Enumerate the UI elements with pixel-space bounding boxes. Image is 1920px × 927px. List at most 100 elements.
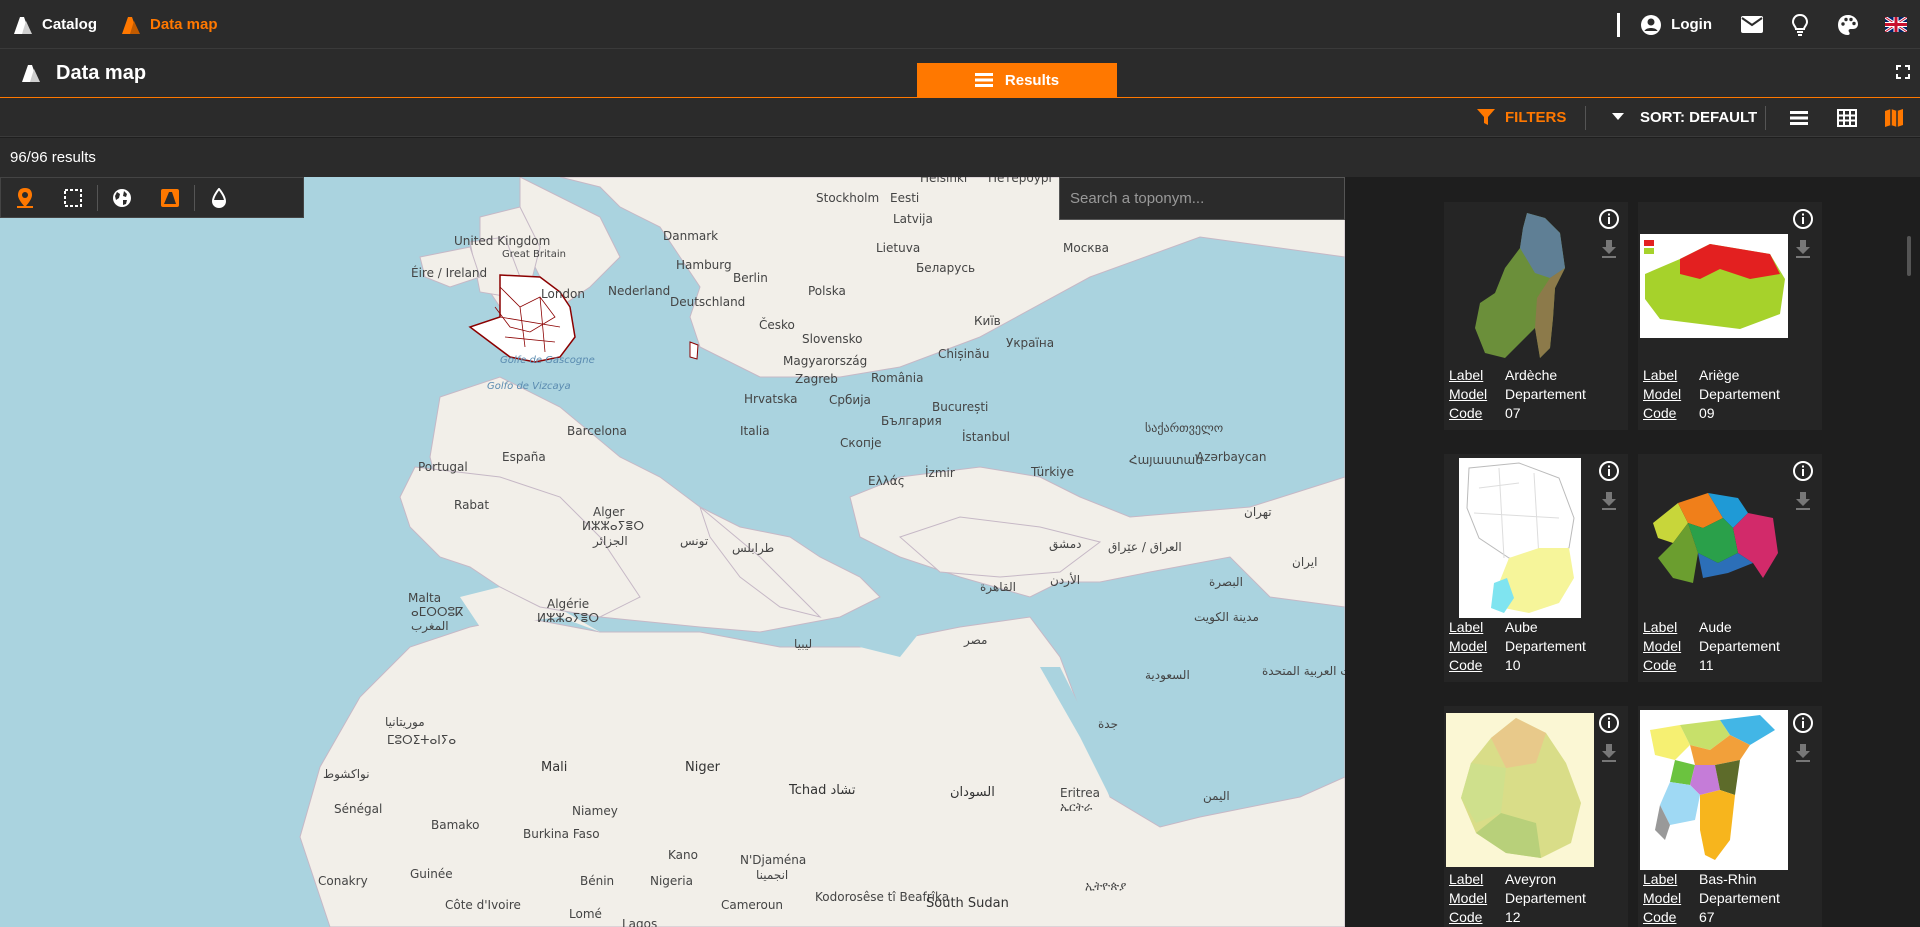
result-card[interactable]: Label Aube Model Departement Code 10 — [1444, 454, 1628, 682]
mail-icon[interactable] — [1740, 13, 1764, 37]
map-label: الأردن — [1050, 573, 1081, 587]
map-label: Sénégal — [334, 802, 383, 816]
map-label: دمشق — [1049, 537, 1082, 551]
map-label: ኢትዮጵያ — [1085, 879, 1127, 893]
fullscreen-icon[interactable] — [1896, 65, 1912, 81]
code-key[interactable]: Code — [1643, 404, 1683, 423]
toponym-search-input[interactable] — [1070, 190, 1334, 207]
result-card[interactable]: Label Aude Model Departement Code 11 — [1638, 454, 1822, 682]
download-icon[interactable] — [1601, 492, 1617, 510]
nav-data-map[interactable]: Data map — [120, 0, 218, 49]
label-key[interactable]: Label — [1449, 870, 1489, 889]
label-key[interactable]: Label — [1449, 618, 1489, 637]
label-key[interactable]: Label — [1643, 870, 1683, 889]
result-card[interactable]: Label Bas-Rhin Model Departement Code 67 — [1638, 706, 1822, 927]
result-card[interactable]: Label Ariège Model Departement Code 09 — [1638, 202, 1822, 430]
model-key[interactable]: Model — [1643, 385, 1683, 404]
model-key[interactable]: Model — [1449, 889, 1489, 908]
grid-view-button[interactable] — [1835, 106, 1859, 130]
info-icon[interactable] — [1792, 712, 1814, 734]
results-toolbar: FILTERS SORT: DEFAULT — [0, 98, 1920, 137]
map-label: Conakry — [318, 874, 368, 888]
results-scrollbar[interactable] — [1907, 236, 1911, 276]
box-select-tool-button[interactable] — [49, 177, 97, 218]
layer-tool-button[interactable] — [146, 177, 194, 218]
label-value: Bas-Rhin — [1699, 871, 1757, 887]
label-key[interactable]: Label — [1449, 366, 1489, 385]
nav-catalog[interactable]: Catalog — [12, 0, 97, 49]
download-icon[interactable] — [1795, 744, 1811, 762]
lightbulb-icon[interactable] — [1788, 13, 1812, 37]
map-label: Italia — [740, 424, 770, 438]
label-key[interactable]: Label — [1643, 618, 1683, 637]
code-key[interactable]: Code — [1449, 404, 1489, 423]
info-icon[interactable] — [1598, 460, 1620, 482]
model-value: Departement — [1505, 890, 1586, 906]
map-label: Հայաստան — [1129, 453, 1203, 467]
info-icon[interactable] — [1598, 712, 1620, 734]
label-key[interactable]: Label — [1643, 366, 1683, 385]
filters-button[interactable]: FILTERS — [1477, 98, 1566, 136]
marker-tool-button[interactable] — [1, 177, 49, 218]
filter-icon — [1477, 109, 1495, 125]
map-label: القاهرة — [980, 580, 1016, 594]
globe-tool-button[interactable] — [98, 177, 146, 218]
login-label: Login — [1671, 16, 1712, 33]
map-label: طرابلس — [732, 541, 775, 555]
download-icon[interactable] — [1795, 492, 1811, 510]
map-label: نواكشوط — [323, 767, 370, 781]
map-label: Niamey — [572, 804, 618, 818]
list-view-button[interactable] — [1787, 106, 1811, 130]
map-label: مصر — [964, 633, 988, 647]
info-icon[interactable] — [1792, 460, 1814, 482]
map-label: المغرب — [411, 619, 449, 633]
palette-icon[interactable] — [1836, 13, 1860, 37]
map-label: تهران — [1244, 505, 1272, 519]
map-label: N'Djaména — [740, 853, 807, 867]
uk-flag-icon[interactable] — [1884, 13, 1908, 37]
map-label: Berlin — [733, 271, 768, 285]
page-title: Data map — [20, 49, 146, 97]
chevron-down-icon — [1612, 113, 1624, 120]
map-label: Helsinki — [920, 177, 968, 185]
model-key[interactable]: Model — [1643, 637, 1683, 656]
code-key[interactable]: Code — [1449, 656, 1489, 675]
model-key[interactable]: Model — [1643, 889, 1683, 908]
list-icon — [974, 73, 993, 87]
result-card[interactable]: Label Ardèche Model Departement Code 07 — [1444, 202, 1628, 430]
map-label: ⴰⵎⵔⵔⵓⴽ — [411, 605, 464, 619]
download-icon[interactable] — [1601, 744, 1617, 762]
tab-results[interactable]: Results — [917, 63, 1117, 97]
download-icon[interactable] — [1601, 240, 1617, 258]
map-thumbnail — [1444, 206, 1596, 366]
code-value: 11 — [1699, 657, 1714, 673]
map-view[interactable]: Helsinki Петербург Stockholm Eesti Danma… — [0, 177, 1345, 927]
map-label: Eritrea — [1060, 786, 1100, 800]
sort-dropdown[interactable]: SORT: DEFAULT — [1612, 98, 1757, 136]
map-label: South Sudan — [926, 896, 1009, 911]
map-label: السعودية — [1145, 668, 1190, 682]
download-icon[interactable] — [1795, 240, 1811, 258]
map-label: Barcelona — [567, 424, 627, 438]
result-card[interactable]: Label Aveyron Model Departement Code 12 — [1444, 706, 1628, 927]
map-label: Malta — [408, 591, 442, 605]
info-icon[interactable] — [1598, 208, 1620, 230]
login-button[interactable]: Login — [1640, 14, 1712, 36]
model-value: Departement — [1699, 638, 1780, 654]
results-panel: Label Ardèche Model Departement Code 07 Lab… — [1345, 177, 1920, 927]
model-key[interactable]: Model — [1449, 385, 1489, 404]
model-key[interactable]: Model — [1449, 637, 1489, 656]
drop-tool-button[interactable] — [195, 177, 243, 218]
info-icon[interactable] — [1792, 208, 1814, 230]
results-count-row: 96/96 results — [0, 138, 1920, 177]
map-view-button[interactable] — [1882, 106, 1906, 130]
card-metadata: Label Aveyron Model Departement Code 12 — [1449, 870, 1586, 927]
map-thumbnail — [1638, 206, 1790, 366]
map-label: Eesti — [890, 191, 920, 205]
map-label: ⵎⵓⵔⵉⵜⴰⵏⵢⴰ — [387, 733, 457, 747]
map-label: Hamburg — [676, 258, 732, 272]
filters-label: FILTERS — [1505, 108, 1567, 126]
code-key[interactable]: Code — [1643, 656, 1683, 675]
code-key[interactable]: Code — [1449, 908, 1489, 927]
code-key[interactable]: Code — [1643, 908, 1683, 927]
